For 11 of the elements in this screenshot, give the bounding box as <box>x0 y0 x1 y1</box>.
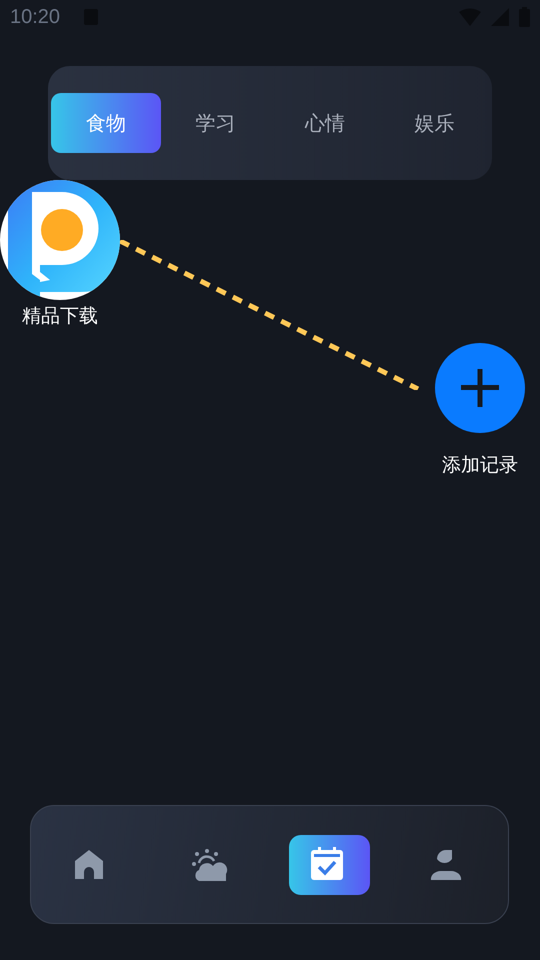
node-label: 精品下载 <box>22 304 98 328</box>
add-button[interactable] <box>435 343 525 433</box>
nav-button[interactable] <box>288 834 370 894</box>
app-logo-icon[interactable] <box>0 180 120 300</box>
category-tab[interactable]: 心情 <box>270 93 380 153</box>
category-tab[interactable]: 食物 <box>51 93 160 153</box>
category-tab[interactable]: 学习 <box>160 93 270 153</box>
category-tab[interactable]: 娱乐 <box>380 93 489 153</box>
sun-cloud-icon <box>192 846 228 882</box>
node-label: 添加记录 <box>442 453 518 477</box>
clock-time: 10:20 <box>10 6 60 28</box>
